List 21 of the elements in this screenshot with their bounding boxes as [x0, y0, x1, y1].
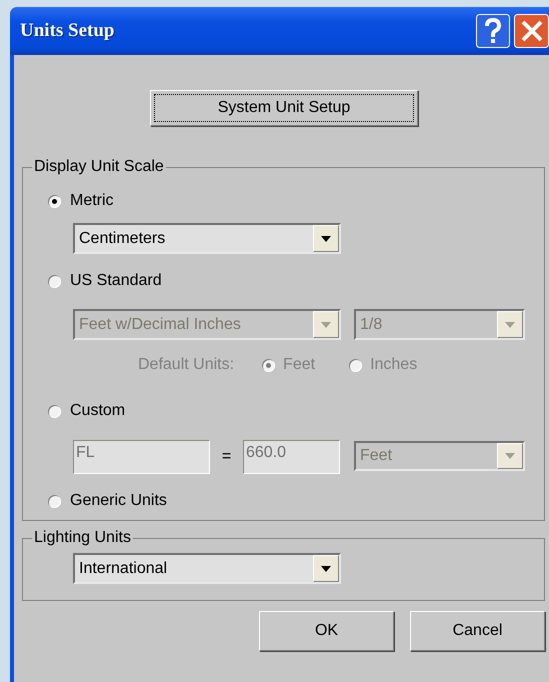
default-units-label: Default Units: [138, 356, 234, 374]
group-title: Lighting Units [33, 528, 132, 548]
units-dropdown[interactable]: Centimeters [73, 223, 341, 254]
equals-sign: = [220, 448, 232, 466]
ok-button[interactable]: OK [259, 611, 394, 651]
lighting-units-dropdown[interactable]: International [73, 553, 341, 584]
radio-option[interactable]: Metric [48, 189, 544, 213]
caret-icon [505, 452, 515, 458]
radio-option[interactable]: Generic Units [48, 489, 544, 513]
system-unit-setup-button[interactable]: System Unit Setup [150, 90, 418, 126]
caret-icon [321, 236, 331, 242]
cancel-button[interactable]: Cancel [410, 611, 545, 651]
group-title: Display Unit Scale [33, 157, 165, 177]
radio-option[interactable]: Custom [48, 399, 544, 423]
window-title: Units Setup [20, 20, 116, 42]
radio-option[interactable]: US Standard [48, 269, 544, 293]
help-icon[interactable] [476, 14, 510, 48]
close-icon[interactable] [514, 14, 549, 48]
caret-icon [321, 322, 331, 328]
caret-icon [505, 322, 515, 328]
caret-icon [321, 566, 331, 572]
